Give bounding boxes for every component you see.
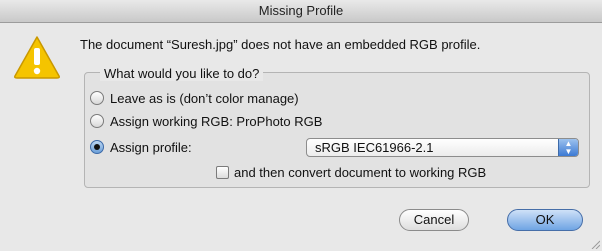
resize-grip-icon[interactable] (590, 239, 600, 249)
radio-button-leave[interactable] (90, 91, 104, 105)
radio-assign-working-label: Assign working RGB: ProPhoto RGB (110, 114, 323, 129)
radio-button-assign-profile[interactable] (90, 140, 104, 154)
ok-button[interactable]: OK (507, 209, 583, 231)
warning-triangle-icon (14, 36, 60, 79)
convert-checkbox[interactable] (216, 166, 229, 179)
profile-select[interactable]: sRGB IEC61966-2.1 ▲ ▼ (306, 138, 579, 157)
options-group-label: What would you like to do? (100, 66, 264, 81)
dialog-message: The document “Suresh.jpg” does not have … (80, 37, 481, 52)
convert-checkbox-label: and then convert document to working RGB (234, 165, 487, 180)
missing-profile-dialog: Missing Profile The document “Suresh.jpg… (0, 0, 602, 251)
profile-select-value: sRGB IEC61966-2.1 (315, 140, 434, 155)
radio-button-assign-working[interactable] (90, 114, 104, 128)
radio-leave-label: Leave as is (don’t color manage) (110, 91, 299, 106)
dialog-title: Missing Profile (0, 0, 602, 23)
radio-assign-profile-label: Assign profile: (110, 140, 192, 155)
cancel-button[interactable]: Cancel (399, 209, 469, 231)
up-down-arrows-icon[interactable]: ▲ ▼ (558, 139, 578, 156)
